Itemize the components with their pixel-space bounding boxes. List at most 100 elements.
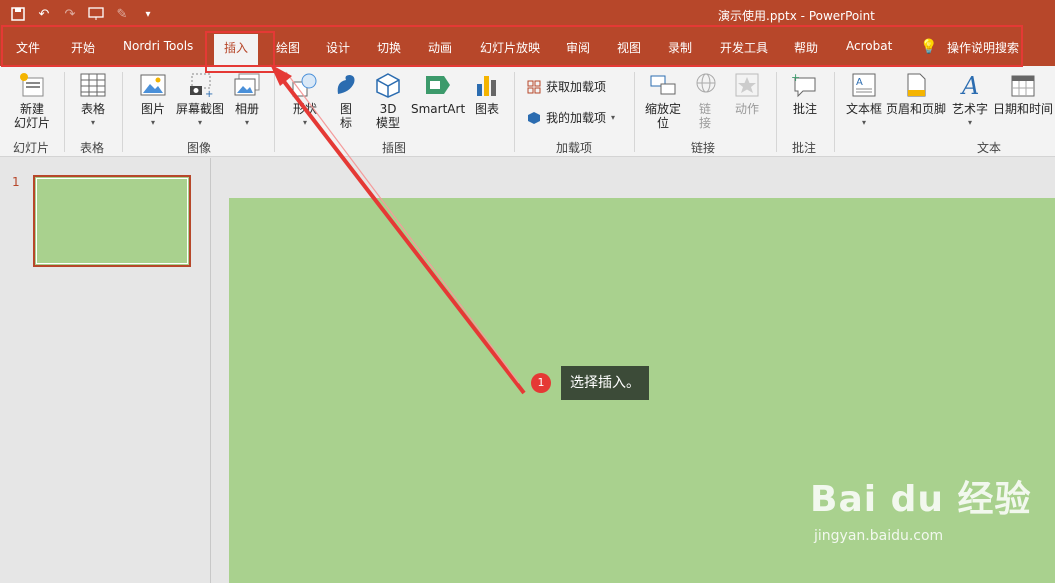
group-label-illustrations: 插图 bbox=[382, 141, 407, 155]
picture-icon bbox=[139, 72, 167, 98]
textbox-icon: A bbox=[850, 72, 878, 98]
chart-button[interactable]: 图表 bbox=[473, 72, 501, 116]
chart-icon bbox=[473, 72, 501, 98]
group-separator bbox=[274, 72, 275, 152]
wordart-label: 艺术字 bbox=[951, 102, 988, 116]
slide-thumbnail[interactable] bbox=[33, 175, 191, 267]
comment-label: 批注 bbox=[792, 102, 817, 116]
chevron-down-icon: ▾ bbox=[197, 118, 202, 127]
action-label: 动作 bbox=[734, 102, 759, 116]
watermark-url: jingyan.baidu.com bbox=[814, 528, 944, 544]
icons-button[interactable]: 图 标 bbox=[332, 72, 360, 130]
date-time-label: 日期和时间 bbox=[993, 102, 1054, 116]
group-label-links: 链接 bbox=[691, 141, 716, 155]
get-addins-button[interactable]: 获取加载项 bbox=[527, 78, 606, 95]
chart-label: 图表 bbox=[474, 102, 499, 116]
shapes-label: 形状 bbox=[292, 102, 317, 116]
date-time-button[interactable]: 日期和时间 bbox=[993, 72, 1053, 116]
group-label-comments: 批注 bbox=[792, 141, 817, 155]
screenshot-button[interactable]: + 屏幕截图 ▾ bbox=[174, 72, 226, 130]
start-slideshow-icon[interactable] bbox=[86, 4, 106, 24]
chevron-down-icon: ▾ bbox=[861, 118, 866, 127]
touch-mode-icon[interactable]: ✎ bbox=[112, 4, 132, 24]
3d-models-button[interactable]: 3D 模型 bbox=[373, 72, 403, 130]
tabs-highlight-box bbox=[1, 25, 1023, 67]
group-separator bbox=[514, 72, 515, 152]
chevron-down-icon: ▾ bbox=[90, 118, 95, 127]
photo-album-label: 相册 bbox=[234, 102, 259, 116]
window-title: 演示使用.pptx - PowerPoint bbox=[718, 9, 875, 23]
chevron-down-icon: ▾ bbox=[244, 118, 249, 127]
chevron-down-icon: ▾ bbox=[302, 118, 307, 127]
zoom-icon bbox=[649, 72, 677, 98]
screenshot-icon: + bbox=[186, 72, 214, 100]
textbox-button[interactable]: A 文本框 ▾ bbox=[845, 72, 883, 130]
my-addins-button[interactable]: 我的加载项 ▾ bbox=[527, 109, 615, 126]
customize-qat-icon[interactable]: ▾ bbox=[138, 4, 158, 24]
textbox-label: 文本框 bbox=[845, 102, 882, 116]
instruction-callout: 选择插入。 bbox=[561, 366, 649, 400]
group-separator bbox=[834, 72, 835, 152]
slide-number: 1 bbox=[12, 175, 20, 189]
header-footer-icon bbox=[902, 72, 930, 98]
group-label-tables: 表格 bbox=[80, 141, 105, 155]
group-label-text: 文本 bbox=[977, 141, 1002, 155]
cube-icon bbox=[374, 72, 402, 98]
table-label: 表格 bbox=[80, 102, 105, 116]
zoom-button[interactable]: 缩放定 位 bbox=[642, 72, 684, 130]
get-addins-label: 获取加载项 bbox=[546, 80, 607, 94]
table-icon bbox=[79, 72, 107, 98]
header-footer-label: 页眉和页脚 bbox=[885, 102, 946, 116]
step-number-badge: 1 bbox=[531, 373, 551, 393]
pictures-label: 图片 bbox=[140, 102, 165, 116]
group-separator bbox=[122, 72, 123, 152]
my-addins-label: 我的加载项 bbox=[546, 111, 607, 125]
new-slide-button[interactable]: 新建 幻灯片 bbox=[8, 72, 56, 130]
group-label-addins: 加载项 bbox=[556, 141, 593, 155]
link-label: 链 接 bbox=[698, 102, 711, 130]
quick-access-toolbar: ↶ ↷ ✎ ▾ bbox=[8, 4, 158, 24]
group-separator bbox=[776, 72, 777, 152]
icons-icon bbox=[332, 72, 360, 98]
zoom-label: 缩放定 位 bbox=[644, 102, 681, 130]
photo-album-button[interactable]: 相册 ▾ bbox=[232, 72, 262, 130]
calendar-icon bbox=[1009, 72, 1037, 98]
new-slide-icon bbox=[18, 72, 46, 98]
insert-tab-highlight-box bbox=[205, 31, 275, 73]
table-button[interactable]: 表格 ▾ bbox=[76, 72, 110, 130]
comment-button[interactable]: + 批注 bbox=[790, 71, 820, 116]
wordart-button[interactable]: A 艺术字 ▾ bbox=[951, 72, 989, 130]
smartart-button[interactable]: SmartArt bbox=[411, 72, 465, 116]
chevron-down-icon: ▾ bbox=[611, 113, 616, 122]
save-icon[interactable] bbox=[8, 4, 28, 24]
3d-models-label: 3D 模型 bbox=[375, 102, 400, 130]
undo-icon[interactable]: ↶ bbox=[34, 4, 54, 24]
screenshot-label: 屏幕截图 bbox=[175, 102, 224, 116]
svg-text:+: + bbox=[791, 72, 800, 84]
shapes-button[interactable]: 形状 ▾ bbox=[288, 72, 322, 130]
header-footer-button[interactable]: 页眉和页脚 bbox=[885, 72, 947, 116]
photo-album-icon bbox=[233, 72, 261, 98]
icons-label: 图 标 bbox=[339, 102, 352, 130]
smartart-icon bbox=[424, 72, 452, 98]
group-separator bbox=[64, 72, 65, 152]
svg-text:+: + bbox=[205, 89, 213, 98]
redo-icon[interactable]: ↷ bbox=[60, 4, 80, 24]
star-icon bbox=[733, 72, 761, 98]
link-button[interactable]: 链 接 bbox=[692, 72, 718, 130]
wordart-icon: A bbox=[956, 72, 984, 100]
group-separator bbox=[634, 72, 635, 152]
pictures-button[interactable]: 图片 ▾ bbox=[136, 72, 170, 130]
ribbon-insert: 新建 幻灯片 幻灯片 表格 ▾ 表格 图片 ▾ + 屏幕截图 ▾ 相册 ▾ 图像 bbox=[0, 66, 1055, 157]
baidu-jingyan-watermark: Bai du 经验 jingyan.baidu.com bbox=[810, 470, 1032, 544]
shapes-icon bbox=[291, 72, 319, 98]
smartart-label: SmartArt bbox=[411, 102, 466, 116]
chevron-down-icon: ▾ bbox=[967, 118, 972, 127]
watermark-brand: Bai du 经验 bbox=[810, 479, 1032, 520]
action-button[interactable]: 动作 bbox=[733, 72, 761, 116]
group-label-slides: 幻灯片 bbox=[13, 141, 50, 155]
svg-text:A: A bbox=[960, 72, 979, 98]
addin-cube-icon bbox=[528, 111, 540, 124]
slide-thumbnail-pane: 1 bbox=[0, 158, 211, 583]
group-label-images: 图像 bbox=[187, 141, 212, 155]
